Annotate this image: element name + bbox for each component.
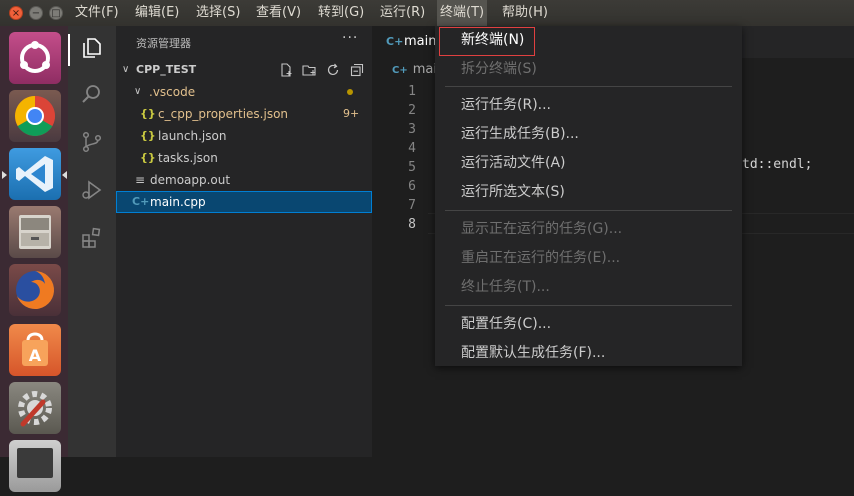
menu-item-show-running-tasks: 显示正在运行的任务(G)...: [461, 221, 623, 237]
explorer-title: 资源管理器: [136, 37, 191, 50]
menu-view[interactable]: 查看(V): [253, 0, 304, 26]
menu-selection[interactable]: 选择(S): [193, 0, 243, 26]
software-center-icon[interactable]: A: [9, 324, 61, 376]
problems-badge: 9+: [343, 107, 360, 120]
cpp-file-icon: C+: [132, 195, 150, 208]
chevron-down-icon: ∨: [134, 86, 142, 97]
menu-go[interactable]: 转到(G): [315, 0, 367, 26]
file-label: launch.json: [158, 129, 227, 143]
menu-separator: [445, 305, 732, 306]
text-file-icon: ≡: [135, 173, 146, 187]
json-file-icon: {}: [140, 151, 156, 164]
annotation-highlight-box: [439, 27, 535, 56]
menu-item-run-task[interactable]: 运行任务(R)...: [435, 92, 742, 118]
menu-item-split-terminal: 拆分终端(S): [461, 61, 537, 77]
line-number: 1: [408, 84, 416, 99]
activity-active-indicator: [68, 34, 70, 66]
file-label: tasks.json: [158, 151, 218, 165]
new-file-icon[interactable]: [279, 63, 293, 77]
menu-item-restart-running-task: 重启正在运行的任务(E)...: [461, 250, 621, 266]
menu-item-configure-tasks[interactable]: 配置任务(C)...: [435, 311, 742, 337]
window-minimize-button[interactable]: −: [29, 6, 43, 20]
code-line-fragment[interactable]: td::endl;: [742, 157, 812, 172]
line-number: 3: [408, 122, 416, 137]
menu-file[interactable]: 文件(F): [72, 0, 122, 26]
files-icon[interactable]: [9, 206, 61, 258]
file-c-cpp-properties[interactable]: {} c_cpp_properties.json 9+: [116, 103, 372, 125]
extensions-icon[interactable]: [80, 226, 104, 250]
menu-item-run-active-file[interactable]: 运行活动文件(A): [435, 150, 742, 176]
cpp-file-icon: C+: [386, 35, 404, 48]
file-main-cpp[interactable]: C+ main.cpp: [116, 191, 372, 213]
line-number: 7: [408, 198, 416, 213]
line-number: 8: [408, 217, 416, 232]
folder-cpp-test[interactable]: ∨ CPP_TEST: [116, 59, 372, 81]
menu-help[interactable]: 帮助(H): [499, 0, 551, 26]
run-debug-icon[interactable]: [80, 178, 104, 202]
menu-item-configure-default-build-task[interactable]: 配置默认生成任务(F)...: [435, 340, 742, 366]
window-maximize-button[interactable]: □: [49, 6, 63, 20]
file-demoapp-out[interactable]: ≡ demoapp.out: [116, 169, 372, 191]
file-label: c_cpp_properties.json: [158, 107, 289, 121]
menu-item-run-selected-text[interactable]: 运行所选文本(S): [435, 179, 742, 205]
vscode-folder-name: .vscode: [149, 85, 196, 99]
menu-item-terminate-task: 终止任务(T)...: [461, 279, 550, 295]
line-number: 4: [408, 141, 416, 156]
json-file-icon: {}: [140, 129, 156, 142]
menu-item-run-build-task[interactable]: 运行生成任务(B)...: [435, 121, 742, 147]
line-number: 5: [408, 160, 416, 175]
menu-separator: [445, 210, 732, 211]
collapse-all-icon[interactable]: [350, 63, 364, 77]
chrome-icon[interactable]: [9, 90, 61, 142]
firefox-icon[interactable]: [9, 264, 61, 316]
explorer-sidebar: 资源管理器 ··· ∨ CPP_TEST ∨ .vscode {} c_cpp_…: [116, 26, 372, 457]
menu-run[interactable]: 运行(R): [377, 0, 428, 26]
file-label: main.cpp: [150, 195, 206, 209]
folder-name: CPP_TEST: [136, 63, 197, 76]
folder-vscode[interactable]: ∨ .vscode: [116, 81, 372, 103]
file-launch-json[interactable]: {} launch.json: [116, 125, 372, 147]
refresh-icon[interactable]: [326, 63, 340, 77]
launcher-focus-indicator: [62, 171, 67, 179]
search-icon[interactable]: [80, 82, 104, 106]
svg-text:A: A: [29, 346, 42, 365]
ubuntu-dash-icon[interactable]: [9, 32, 61, 84]
launcher-active-indicator: [2, 171, 7, 179]
chevron-down-icon: ∨: [122, 64, 130, 75]
ubuntu-launcher: A: [0, 26, 68, 492]
modified-dot-icon: [347, 89, 353, 95]
cpp-file-icon: C+: [392, 65, 408, 76]
file-tasks-json[interactable]: {} tasks.json: [116, 147, 372, 169]
vscode-icon[interactable]: [9, 148, 61, 200]
line-number: 6: [408, 179, 416, 194]
system-settings-icon[interactable]: [9, 382, 61, 434]
menu-separator: [445, 86, 732, 87]
menu-terminal[interactable]: 终端(T): [437, 0, 488, 26]
line-number: 2: [408, 103, 416, 118]
window-close-button[interactable]: ×: [9, 6, 23, 20]
explorer-more-button[interactable]: ···: [342, 30, 358, 46]
activity-bar: [68, 26, 116, 457]
terminal-app-icon[interactable]: [9, 440, 61, 492]
explorer-icon[interactable]: [80, 36, 104, 60]
file-label: demoapp.out: [150, 173, 231, 187]
menu-bar: × − □ 文件(F) 编辑(E) 选择(S) 查看(V) 转到(G) 运行(R…: [0, 0, 854, 26]
terminal-menu-dropdown: 新终端(N) 拆分终端(S) 运行任务(R)... 运行生成任务(B)... 运…: [435, 26, 742, 366]
menu-edit[interactable]: 编辑(E): [132, 0, 182, 26]
json-file-icon: {}: [140, 107, 156, 120]
source-control-icon[interactable]: [80, 130, 104, 154]
new-folder-icon[interactable]: [302, 63, 317, 77]
